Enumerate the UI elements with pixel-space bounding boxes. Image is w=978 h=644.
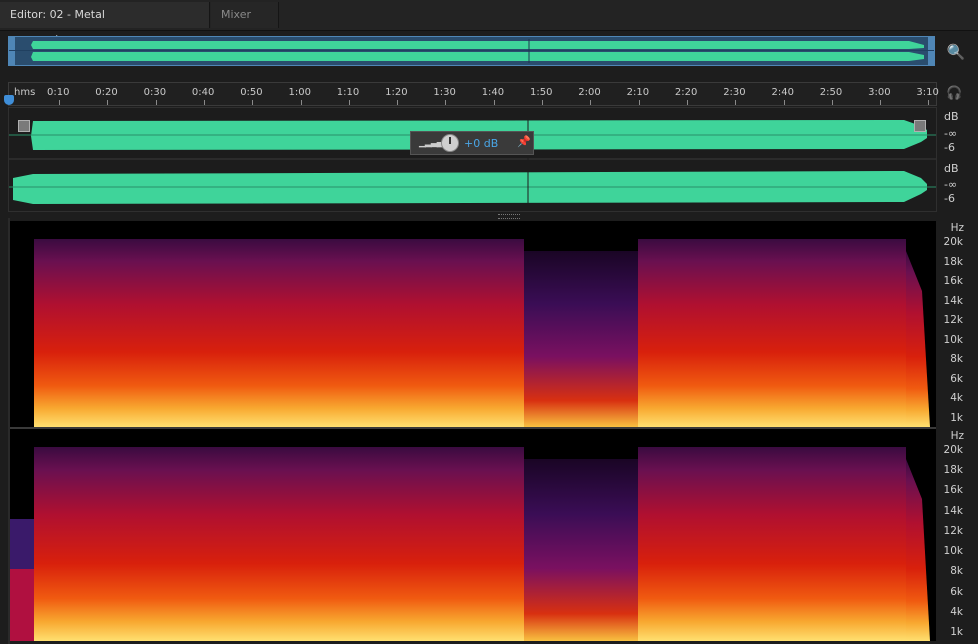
ruler-tick-mark <box>542 100 543 105</box>
ruler-tick-mark <box>831 100 833 105</box>
spectral-display-top[interactable] <box>10 221 936 427</box>
hz-tick-label: 6k <box>950 372 963 385</box>
hz-tick-label: 12k <box>943 314 963 327</box>
volume-hud[interactable]: ▁▂▃▄ +0 dB 📌 <box>410 131 534 155</box>
hz-tick-label: 4k <box>950 392 963 405</box>
waveform-graphic <box>9 108 936 211</box>
playhead-handle[interactable] <box>4 95 14 105</box>
spectral-display-bottom[interactable] <box>10 429 936 641</box>
hz-unit-label: Hz <box>950 430 964 442</box>
ruler-tick-mark <box>783 100 785 105</box>
ruler-tick-mark <box>107 100 109 105</box>
ruler-tick-label: 1:50 <box>530 87 553 98</box>
hz-tick-label: 1k <box>950 412 963 424</box>
panel-splitter[interactable] <box>498 214 520 219</box>
volume-value[interactable]: +0 dB <box>464 137 498 150</box>
ruler-tick-label: 2:50 <box>819 87 843 98</box>
ruler-tick-mark <box>348 100 350 105</box>
ruler-tick-label: 2:30 <box>723 87 746 98</box>
ruler-unit-label: hms <box>14 87 36 98</box>
hz-tick-label: 8k <box>950 353 963 366</box>
db-unit-top: dB <box>944 110 959 123</box>
db-minus6-bottom: -6 <box>944 192 955 205</box>
ruler-tick-label: 1:00 <box>288 87 311 98</box>
hz-tick-label: 14k <box>943 294 963 307</box>
ruler-tick-label: 0:10 <box>47 87 70 98</box>
ruler-tick-mark <box>880 100 882 105</box>
level-meter-icon: ▁▂▃▄ <box>419 138 444 148</box>
ruler-tick-label: 1:30 <box>433 87 456 98</box>
overview-navigator[interactable] <box>8 36 935 66</box>
ruler-tick-label: 3:10 <box>916 87 939 98</box>
ruler-tick-mark <box>300 100 302 105</box>
ruler-tick-label: 1:20 <box>385 87 408 98</box>
ruler-tick-mark <box>493 100 495 105</box>
tab-editor[interactable]: Editor: 02 - Metal Inquebrável.mp3 ☰ <box>0 2 210 47</box>
ruler-tick-mark <box>445 100 447 105</box>
headphones-icon[interactable]: 🎧 <box>946 86 962 102</box>
ruler-tick-label: 2:40 <box>771 87 794 98</box>
hz-tick-label: 20k <box>943 236 963 248</box>
ruler-tick-label: 2:20 <box>674 87 698 98</box>
fade-in-handle[interactable] <box>18 120 30 132</box>
hz-tick-label: 20k <box>943 444 963 456</box>
ruler-tick-mark <box>155 100 157 105</box>
waveform-display[interactable] <box>8 107 937 212</box>
hz-tick-label: 10k <box>943 545 963 558</box>
hz-tick-label: 18k <box>943 255 963 268</box>
ruler-tick-mark <box>397 100 399 105</box>
db-unit-bottom: dB <box>944 162 959 175</box>
hz-tick-label: 18k <box>943 464 963 477</box>
ruler-tick-label: 0:20 <box>95 87 118 98</box>
hz-tick-label: 6k <box>950 585 963 598</box>
ruler-tick-label: 0:40 <box>191 87 215 98</box>
hz-tick-label: 10k <box>943 333 963 346</box>
ruler-tick-label: 1:10 <box>336 87 360 98</box>
ruler-tick-mark <box>928 100 930 105</box>
db-inf-top: -∞ <box>944 127 958 140</box>
hz-tick-label: 16k <box>943 484 963 497</box>
zoom-icon[interactable]: 🔍 <box>944 40 968 64</box>
ruler-tick-label: 1:40 <box>481 87 505 98</box>
tab-mixer-label: Mixer <box>221 8 252 21</box>
fade-out-handle[interactable] <box>914 120 926 132</box>
hz-tick-label: 12k <box>943 524 963 537</box>
ruler-tick-label: 0:30 <box>143 87 167 98</box>
spectrogram-top <box>34 221 934 427</box>
hz-tick-label: 1k <box>950 626 963 638</box>
ruler-tick-mark <box>203 100 205 105</box>
ruler-tick-mark <box>252 100 254 105</box>
ruler-tick-mark <box>686 100 688 105</box>
ruler-tick-mark <box>638 100 640 105</box>
hz-unit-label: Hz <box>950 222 964 234</box>
pin-icon[interactable]: 📌 <box>517 135 531 148</box>
hz-tick-label: 14k <box>943 504 963 517</box>
overview-waveform <box>9 37 934 65</box>
db-inf-bottom: -∞ <box>944 178 958 191</box>
db-minus6-top: -6 <box>944 141 955 154</box>
ruler-tick-label: 3:00 <box>868 87 891 98</box>
hz-tick-label: 8k <box>950 565 963 578</box>
ruler-tick-label: 0:50 <box>240 87 263 98</box>
ruler-tick-mark <box>59 100 60 105</box>
spectrogram-bottom <box>10 429 934 641</box>
hz-tick-label: 4k <box>950 605 963 618</box>
ruler-tick-label: 2:10 <box>626 87 650 98</box>
tab-mixer[interactable]: Mixer <box>211 2 279 28</box>
volume-knob[interactable] <box>441 134 459 152</box>
ruler-tick-label: 2:00 <box>578 87 601 98</box>
ruler-tick-mark <box>735 100 737 105</box>
hz-tick-label: 16k <box>943 275 963 288</box>
ruler-tick-mark <box>590 100 592 105</box>
